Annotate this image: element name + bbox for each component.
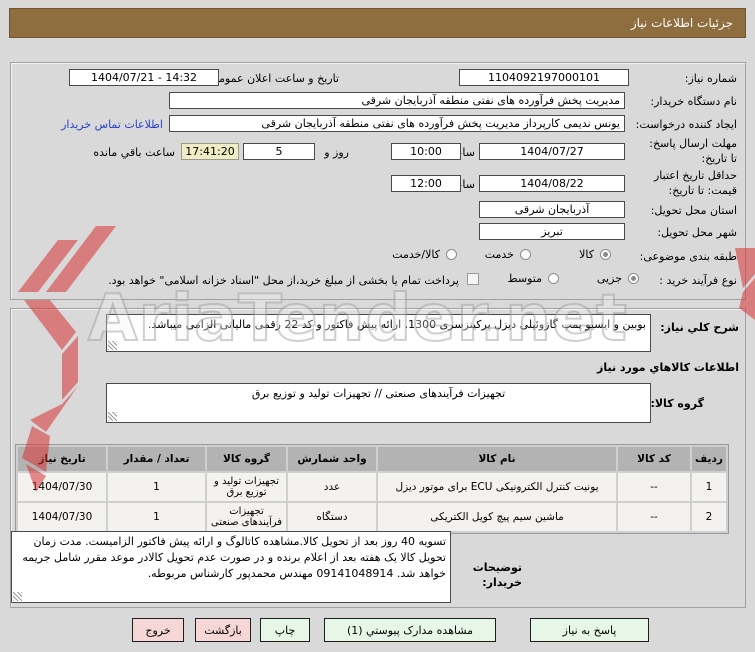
request-creator-input[interactable]: یونس ندیمی کارپرداز مدیریت پخش فرآورده ه… <box>169 115 625 132</box>
need-details-page: جزئیات اطلاعات نیاز شماره نیاز: 11040921… <box>0 0 755 652</box>
print-button[interactable]: چاپ <box>260 618 310 642</box>
buyer-org-input[interactable]: مدیریت پخش فرآورده های نفتی منطقه آذربای… <box>169 92 625 109</box>
goods-table: ردیف کد کالا نام کالا واحد شمارش گروه کا… <box>15 444 729 534</box>
reply-days-input[interactable]: 5 <box>243 143 315 160</box>
process-option-jozii[interactable]: جزیی <box>597 272 639 285</box>
exit-button[interactable]: خروج <box>132 618 184 642</box>
reply-deadline-time-input[interactable]: 10:00 <box>391 143 461 160</box>
radio-motevaset-icon[interactable] <box>548 273 559 284</box>
cell-date: 1404/07/30 <box>18 473 106 501</box>
cell-qty: 1 <box>108 473 205 501</box>
goods-group-label: گروه کالا: <box>650 397 704 410</box>
province-label: استان محل تحویل: <box>650 204 737 217</box>
treasury-checkbox[interactable] <box>467 273 479 285</box>
subject-class-label: طبقه بندی موضوعی: <box>639 250 737 263</box>
countdown-timer: 17:41:20 <box>181 143 239 160</box>
col-name: نام کالا <box>378 447 616 471</box>
goods-group-text: تجهیزات فرآیندهای صنعتی // تجهیزات تولید… <box>251 387 506 400</box>
reply-deadline-date-input[interactable]: 1404/07/27 <box>479 143 625 160</box>
cell-unit: عدد <box>288 473 376 501</box>
title-bar: جزئیات اطلاعات نیاز <box>9 8 746 38</box>
resize-handle-icon[interactable] <box>13 592 22 601</box>
need-desc-textarea[interactable]: بوبین و ایسیو پمپ گازوئیلی دیزل پرکینزسر… <box>106 314 651 352</box>
radio-jozii-icon[interactable] <box>628 273 639 284</box>
process-type-label: نوع فرآیند خرید : <box>659 274 737 287</box>
subject-option-kala-label: کالا <box>579 248 594 261</box>
price-validity-date-input[interactable]: 1404/08/22 <box>479 175 625 192</box>
cell-group: تجهیزات فرآیندهای صنعتی <box>207 503 286 531</box>
radio-khadamat-icon[interactable] <box>520 249 531 260</box>
buyer-notes-textarea[interactable]: تسویه 40 روز بعد از تحویل کالا.مشاهده کا… <box>11 531 451 603</box>
process-option-motevaset-label: متوسط <box>507 272 542 285</box>
need-number-label: شماره نیاز: <box>684 72 737 85</box>
resize-handle-icon[interactable] <box>108 412 117 421</box>
col-qty: تعداد / مقدار <box>108 447 205 471</box>
col-code: کد کالا <box>618 447 690 471</box>
subject-option-khadamat-label: خدمت <box>484 248 514 261</box>
buyer-notes-label: توضیحات خریدار: <box>472 561 522 589</box>
reply-days-label: روز و <box>324 146 349 159</box>
cell-code: -- <box>618 503 690 531</box>
col-row-no: ردیف <box>692 447 726 471</box>
radio-kala-khadamat-icon[interactable] <box>446 249 457 260</box>
reply-deadline-label: مهلت ارسال پاسخ: تا تاریخ: <box>649 137 737 165</box>
back-button[interactable]: بازگشت <box>195 618 251 642</box>
resize-handle-icon[interactable] <box>108 341 117 350</box>
buyer-notes-text: تسویه 40 روز بعد از تحویل کالا.مشاهده کا… <box>22 535 446 580</box>
subject-option-khadamat[interactable]: خدمت <box>485 248 531 261</box>
request-creator-label: ایجاد کننده درخواست: <box>635 118 737 131</box>
price-validity-time-input[interactable]: 12:00 <box>391 175 461 192</box>
cell-group: تجهیزات تولید و توزیع برق <box>207 473 286 501</box>
goods-table-header-row: ردیف کد کالا نام کالا واحد شمارش گروه کا… <box>18 447 726 471</box>
col-date: تاریخ نیاز <box>18 447 106 471</box>
goods-section-header: اطلاعات کالاهاي مورد نیاز <box>597 361 739 374</box>
buyer-contact-link[interactable]: اطلاعات تماس خریدار <box>61 118 163 131</box>
need-desc-text: بوبین و ایسیو پمپ گازوئیلی دیزل پرکینزسر… <box>147 318 646 331</box>
subject-option-kala-khadamat-label: کالا/خدمت <box>392 248 440 261</box>
countdown-label: ساعت باقي مانده <box>93 146 175 159</box>
need-number-input[interactable]: 1104092197000101 <box>459 69 629 86</box>
view-attachments-button[interactable]: مشاهده مدارک پیوستي (1) <box>324 618 496 642</box>
cell-qty: 1 <box>108 503 205 531</box>
col-unit: واحد شمارش <box>288 447 376 471</box>
need-info-groupbox: شماره نیاز: 1104092197000101 تاریخ و ساع… <box>10 62 746 300</box>
cell-name: ماشین سیم پیچ کویل الکتریکی <box>378 503 616 531</box>
page-title: جزئیات اطلاعات نیاز <box>630 16 733 30</box>
cell-unit: دستگاه <box>288 503 376 531</box>
goods-groupbox: شرح کلي نیاز: بوبین و ایسیو پمپ گازوئیلی… <box>10 308 746 608</box>
col-group: گروه کالا <box>207 447 286 471</box>
cell-row-no: 2 <box>692 503 726 531</box>
announce-datetime-label: تاریخ و ساعت اعلان عمومی: <box>206 72 339 85</box>
cell-code: -- <box>618 473 690 501</box>
process-option-motevaset[interactable]: متوسط <box>507 272 559 285</box>
subject-option-kala[interactable]: کالا <box>579 248 611 261</box>
goods-group-textarea[interactable]: تجهیزات فرآیندهای صنعتی // تجهیزات تولید… <box>106 383 651 423</box>
buyer-org-label: نام دستگاه خریدار: <box>650 95 737 108</box>
treasury-checkbox-label: پرداخت تمام یا بخشی از مبلغ خرید،از محل … <box>108 274 459 287</box>
price-validity-label: حداقل تاریخ اعتبار قیمت: تا تاریخ: <box>653 169 737 197</box>
cell-date: 1404/07/30 <box>18 503 106 531</box>
announce-datetime-input[interactable]: 1404/07/21 - 14:32 <box>69 69 219 86</box>
city-input[interactable]: تبریز <box>479 223 625 240</box>
province-input[interactable]: آذربایجان شرقی <box>479 201 625 218</box>
city-label: شهر محل تحویل: <box>657 226 737 239</box>
radio-kala-icon[interactable] <box>600 249 611 260</box>
table-row: 1 -- یونیت کنترل الکترونیکی ECU برای موت… <box>18 473 726 501</box>
subject-option-kala-khadamat[interactable]: کالا/خدمت <box>392 248 457 261</box>
table-row: 2 -- ماشین سیم پیچ کویل الکتریکی دستگاه … <box>18 503 726 531</box>
cell-name: یونیت کنترل الکترونیکی ECU برای موتور دی… <box>378 473 616 501</box>
process-option-jozii-label: جزیی <box>596 272 622 285</box>
need-desc-label: شرح کلي نیاز: <box>660 321 739 334</box>
reply-to-need-button[interactable]: پاسخ به نیاز <box>530 618 649 642</box>
cell-row-no: 1 <box>692 473 726 501</box>
